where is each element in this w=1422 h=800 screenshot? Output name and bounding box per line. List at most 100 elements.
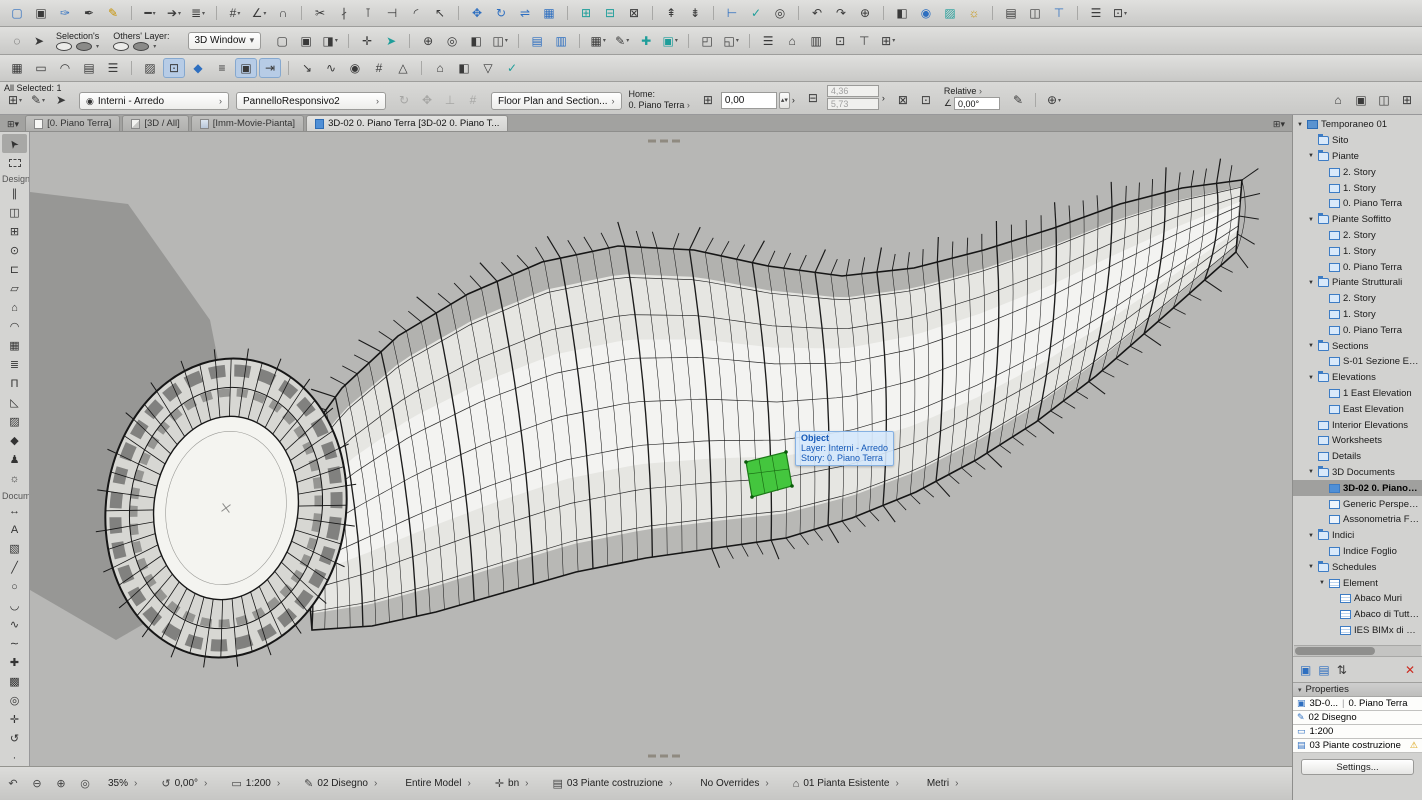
trim-icon[interactable]: ⊺ (357, 3, 379, 23)
others-options-icon[interactable]: ▾ (153, 43, 156, 50)
publisher-icon[interactable]: ▣ (659, 31, 681, 51)
sync-updown-icon[interactable]: ⇅ (1337, 663, 1347, 677)
view-tab[interactable]: [Imm-Movie-Pianta] (191, 115, 304, 131)
lasso-icon[interactable]: ◌ (6, 31, 28, 51)
column-tool[interactable]: ⊙ (0, 242, 29, 261)
others-show-icon[interactable] (113, 42, 129, 51)
diamond-icon[interactable]: ◆ (187, 58, 209, 78)
rotate-ghost-icon[interactable]: ↻ (393, 90, 415, 110)
graphic-overrides[interactable]: No Overrides (696, 778, 768, 789)
bring-forward-icon[interactable]: ⇞ (660, 3, 682, 23)
pen-set-indicator[interactable]: ✎ 02 Disegno (304, 777, 377, 790)
worksheet-icon[interactable]: ▤ (1000, 3, 1022, 23)
property-pen-row[interactable]: ✎ 02 Disegno (1293, 711, 1422, 725)
navigator-item[interactable]: 0. Piano Terra (1293, 322, 1422, 338)
navigator-item[interactable]: Schedules (1293, 559, 1422, 575)
rotate-icon[interactable]: ↻ (490, 3, 512, 23)
offset-icon[interactable]: ↖ (429, 3, 451, 23)
tracker-icon[interactable]: ⊞ (697, 90, 719, 110)
navigator-item[interactable]: 1. Story (1293, 180, 1422, 196)
fly-mode-icon[interactable]: ➤ (380, 31, 402, 51)
home-story-value[interactable]: 0. Piano Terra › (629, 100, 690, 110)
render-style-icon[interactable]: ◨ (319, 31, 341, 51)
popup-panel-icon[interactable]: ⊞ (1396, 90, 1418, 110)
scissors-icon[interactable]: ✂ (309, 3, 331, 23)
layer-combination[interactable]: ▤ 03 Piante costruzione (553, 777, 673, 790)
open-project-icon[interactable]: ▢ (6, 3, 28, 23)
home-story-icon[interactable]: ⌂ (429, 58, 451, 78)
grid-icon[interactable]: # (224, 3, 246, 23)
camera-path-icon[interactable]: ◉ (915, 3, 937, 23)
favorite-combo[interactable]: PannelloResponsivo2 › (236, 92, 386, 110)
tab-stop-icon[interactable]: ⇥ (259, 58, 281, 78)
selection-show-icon[interactable] (56, 42, 72, 51)
fillet-icon[interactable]: ◜ (405, 3, 427, 23)
arrow-cursor-icon[interactable]: ➤ (50, 90, 72, 110)
navigator-item[interactable]: Abaco di Tutte l... (1293, 607, 1422, 623)
section-3d-icon[interactable]: ◧ (465, 31, 487, 51)
delta-chevron[interactable]: › (882, 93, 885, 103)
navigator-item[interactable]: Piante Strutturali (1293, 275, 1422, 291)
navigator-item[interactable]: 0. Piano Terra (1293, 259, 1422, 275)
view-settings-icon[interactable]: ▤ (1318, 663, 1329, 677)
view-tab[interactable]: [0. Piano Terra] (25, 115, 120, 131)
view-tab[interactable]: 3D-02 0. Piano Terra [3D-02 0. Piano T..… (306, 115, 508, 131)
move-ghost-icon[interactable]: ✥ (416, 90, 438, 110)
target-icon[interactable]: ◉ (344, 58, 366, 78)
navigator-item[interactable]: 1. Story (1293, 243, 1422, 259)
navigator-item[interactable]: Piante Soffitto (1293, 212, 1422, 228)
axonometry-icon[interactable]: ◰ (696, 31, 718, 51)
camera-tool[interactable]: ◎ (0, 692, 29, 711)
roof-tool[interactable]: ⌂ (0, 299, 29, 318)
navigator-item[interactable]: 1 East Elevation (1293, 386, 1422, 402)
arc-tool[interactable]: ◡ (0, 597, 29, 616)
layer-combo[interactable]: ◉ Interni - Arredo › (79, 92, 229, 110)
expand-triangle-icon[interactable] (1307, 153, 1315, 159)
addon-manager-icon[interactable]: ⊡ (1109, 3, 1131, 23)
zoom-level[interactable]: 35% (104, 778, 137, 789)
x-constraint-icon[interactable]: ⊠ (892, 90, 914, 110)
render-icon[interactable]: ▨ (939, 3, 961, 23)
wall-tool[interactable]: ∥ (0, 185, 29, 204)
front-window-icon[interactable]: ▢ (271, 31, 293, 51)
horizontal-scrollbar[interactable] (1294, 645, 1421, 656)
others-lock-icon[interactable] (133, 42, 149, 51)
line-type-icon[interactable]: ━ (139, 3, 161, 23)
detail-icon[interactable]: ◫ (1024, 3, 1046, 23)
curtain-wall-tool[interactable]: ▦ (0, 337, 29, 356)
navigator-item[interactable]: Generic Perspective (1293, 496, 1422, 512)
look-to-icon[interactable]: ◎ (441, 31, 463, 51)
map-view-icon[interactable]: ▣ (1300, 663, 1311, 677)
navigator-item[interactable]: Sections (1293, 338, 1422, 354)
slab-tool[interactable]: ▱ (0, 280, 29, 299)
syringe-icon[interactable]: ✒ (78, 3, 100, 23)
label-icon[interactable]: ⊤ (1048, 3, 1070, 23)
home-panel-icon[interactable]: ⌂ (1327, 90, 1349, 110)
add-favorite-icon[interactable]: ⊕ (1043, 90, 1065, 110)
navigator-item[interactable]: Sito (1293, 133, 1422, 149)
delta-y-input[interactable] (827, 98, 879, 110)
dimension-pref[interactable]: ✛ bn (495, 777, 529, 790)
expand-triangle-icon[interactable] (1307, 564, 1315, 570)
half-view-icon[interactable]: ◧ (453, 58, 475, 78)
settings-dialog-icon[interactable]: ⊞ (4, 90, 26, 110)
working-units[interactable]: Metri (923, 778, 959, 789)
tab-overview-icon[interactable]: ⊞▾ (3, 117, 23, 131)
grid-ghost-icon[interactable]: # (462, 90, 484, 110)
projection-icon[interactable]: ◱ (720, 31, 742, 51)
shell-tool[interactable]: ◠ (0, 318, 29, 337)
hash-icon[interactable]: # (368, 58, 390, 78)
window-mode-combo[interactable]: 3D Window ▾ (188, 32, 262, 50)
explore-icon[interactable]: ✛ (356, 31, 378, 51)
geometry-arc-icon[interactable]: ◠ (54, 58, 76, 78)
scrollbar-thumb[interactable] (1295, 647, 1375, 655)
rotate-view[interactable]: ↺ 0,00° (161, 777, 207, 790)
close-navigator-icon[interactable]: ✕ (1405, 663, 1415, 677)
quick-select-icon[interactable]: ➤ (28, 31, 50, 51)
navigator-item[interactable]: 3D Documents (1293, 465, 1422, 481)
property-view-row[interactable]: ▣ 3D-0... | 0. Piano Terra (1293, 697, 1422, 711)
eyedropper-icon[interactable]: ✑ (54, 3, 76, 23)
stepper-icon[interactable]: ▴▾ (779, 92, 790, 109)
expand-triangle-icon[interactable] (1318, 580, 1326, 586)
property-scale-row[interactable]: ▭ 1:200 (1293, 725, 1422, 739)
